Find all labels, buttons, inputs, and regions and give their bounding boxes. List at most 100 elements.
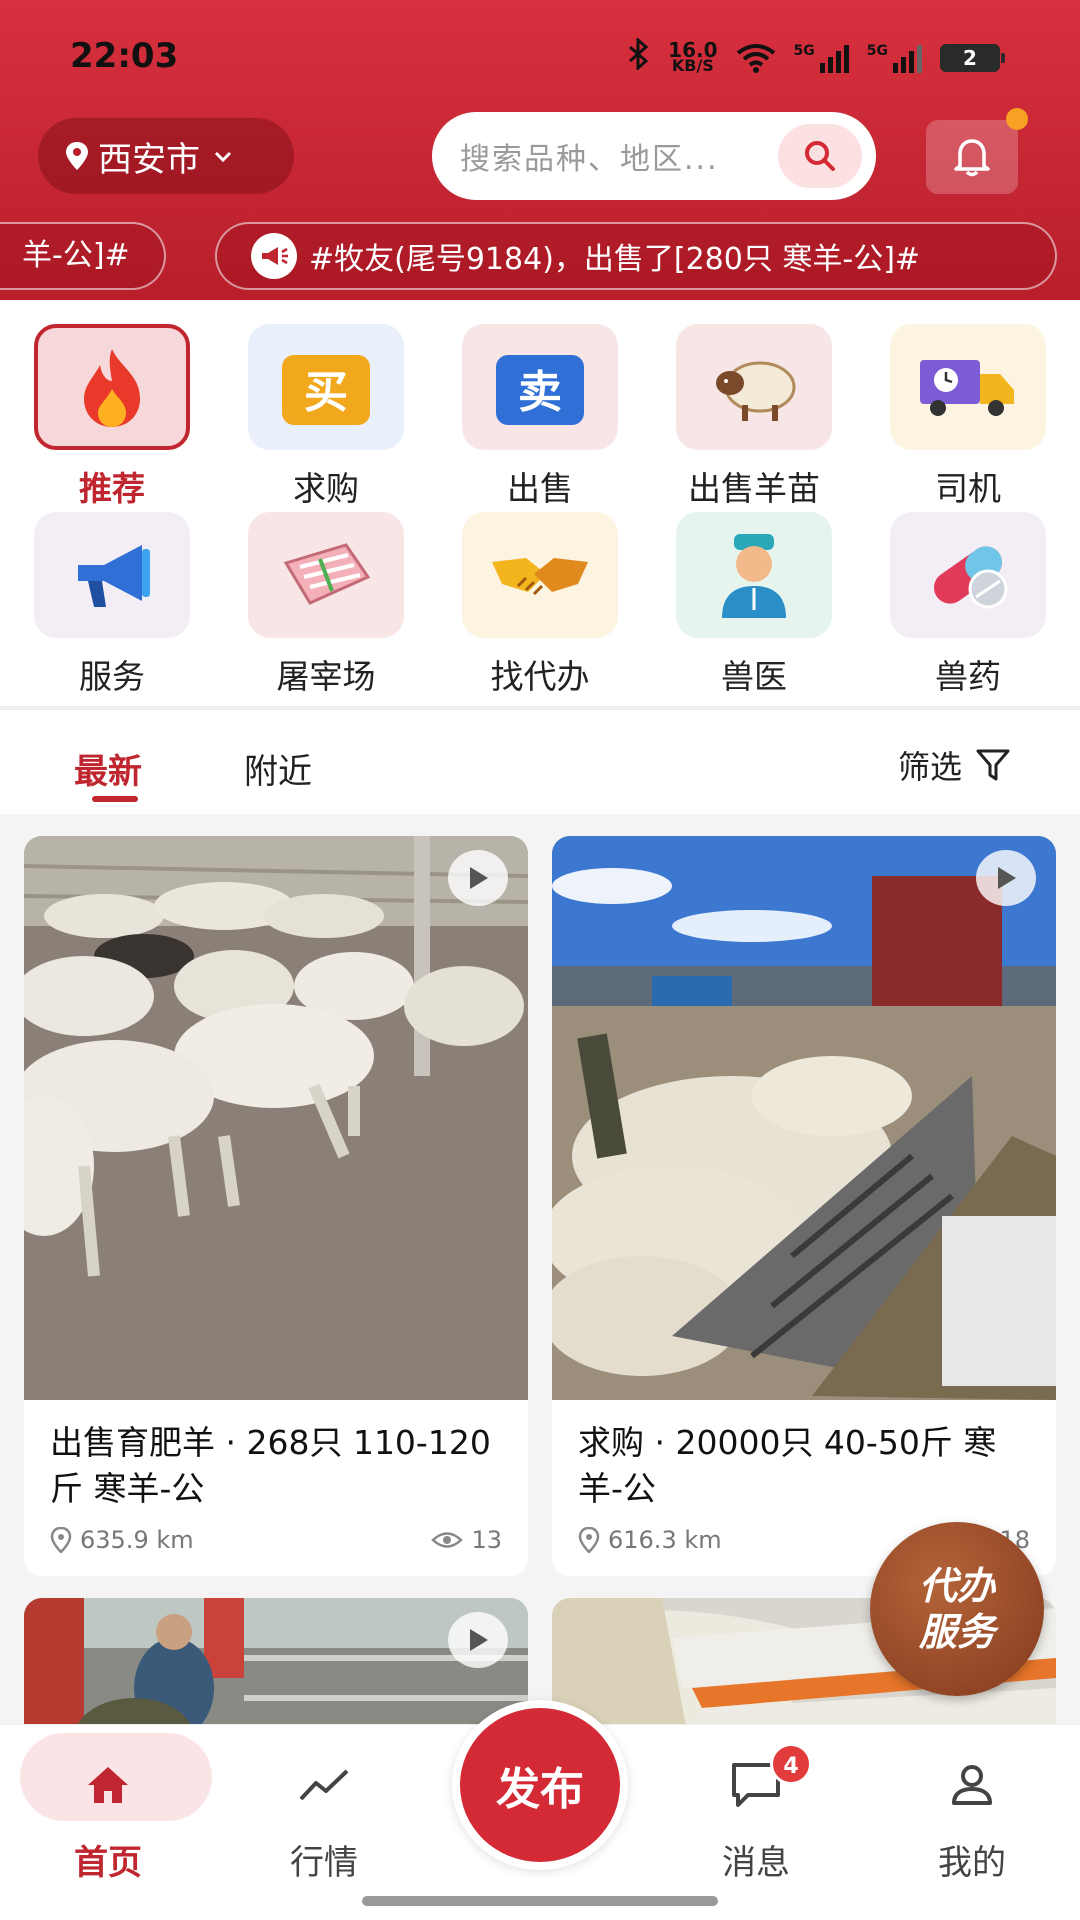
- ticker-previous[interactable]: 羊-公]#: [0, 222, 166, 290]
- category-grid: 推荐 买 求购 卖 出售 出售羊苗 司机 服务 屠宰场 找代办 兽医 兽药: [0, 300, 1080, 706]
- fab-line-1: 代办: [918, 1564, 995, 1608]
- ticker-previous-text: 羊-公]#: [22, 238, 130, 273]
- bluetooth-icon: [628, 36, 650, 78]
- play-icon: [470, 867, 488, 889]
- category-label: 屠宰场: [276, 657, 376, 696]
- category-service[interactable]: 服务: [32, 512, 192, 698]
- agent-service-fab[interactable]: 代办 服务: [870, 1522, 1044, 1696]
- category-buy[interactable]: 买 求购: [246, 324, 406, 510]
- filter-label: 筛选: [897, 748, 962, 786]
- category-label: 兽医: [721, 657, 787, 696]
- nav-mine-label: 我的: [938, 1843, 1006, 1883]
- video-play-button[interactable]: [976, 850, 1036, 906]
- net-speed-unit: KB/S: [671, 56, 714, 75]
- message-icon: [656, 1755, 856, 1815]
- publish-button[interactable]: 发布: [452, 1700, 628, 1870]
- location-pin-icon: [578, 1527, 600, 1553]
- category-label: 出售: [507, 469, 573, 508]
- nav-home[interactable]: 首页: [8, 1725, 212, 1920]
- listing-card[interactable]: 出售育肥羊 · 268只 110-120斤 寒羊-公 635.9 km 13: [24, 836, 528, 1576]
- listing-distance: 616.3 km: [608, 1526, 722, 1554]
- handshake-icon: [462, 512, 618, 638]
- home-indicator: [362, 1896, 718, 1906]
- category-label: 出售羊苗: [688, 469, 820, 508]
- status-bar: 22:03 16.0 KB/S 5G 5G 2: [0, 0, 1080, 110]
- trend-icon: [224, 1755, 424, 1815]
- category-label: 求购: [293, 469, 359, 508]
- nav-market-label: 行情: [290, 1843, 358, 1883]
- home-icon: [8, 1755, 208, 1815]
- buy-icon: 买: [248, 324, 404, 450]
- category-label: 找代办: [490, 657, 590, 696]
- search-button[interactable]: [778, 124, 862, 188]
- sheep-loading-photo: [552, 836, 1056, 1400]
- listing-meta: 635.9 km 13: [24, 1518, 528, 1554]
- category-sell-lambs[interactable]: 出售羊苗: [674, 324, 834, 510]
- category-medicine[interactable]: 兽药: [888, 512, 1048, 698]
- bell-icon: [954, 139, 990, 177]
- signal-icon-2: 5G: [867, 43, 922, 73]
- city-label: 西安市: [98, 139, 200, 180]
- buy-glyph: 买: [304, 367, 348, 418]
- nav-home-label: 首页: [74, 1843, 142, 1883]
- signal-icon-1: 5G: [794, 43, 849, 73]
- tab-latest[interactable]: 最新: [74, 744, 142, 793]
- listing-title: 出售育肥羊 · 268只 110-120斤 寒羊-公: [50, 1423, 491, 1508]
- nav-messages[interactable]: 4 消息: [656, 1725, 856, 1920]
- nav-market[interactable]: 行情: [224, 1725, 424, 1920]
- play-icon: [998, 867, 1016, 889]
- eye-icon: [431, 1532, 464, 1548]
- nav-messages-label: 消息: [722, 1843, 790, 1883]
- tab-active-indicator: [92, 796, 138, 802]
- category-driver[interactable]: 司机: [888, 324, 1048, 510]
- pill-icon: [890, 512, 1046, 638]
- nav-mine[interactable]: 我的: [872, 1725, 1072, 1920]
- megaphone-icon: [34, 512, 190, 638]
- status-icons: 16.0 KB/S 5G 5G 2: [628, 36, 1005, 78]
- meat-icon: [248, 512, 404, 638]
- listing-card[interactable]: 求购 · 20000只 40-50斤 寒羊-公 616.3 km 18: [552, 836, 1056, 1576]
- chevron-down-icon: [214, 151, 232, 163]
- category-label: 兽药: [935, 657, 1001, 696]
- user-icon: [872, 1755, 1072, 1815]
- video-play-button[interactable]: [448, 1612, 508, 1668]
- search-icon: [805, 141, 835, 171]
- category-label: 服务: [79, 657, 145, 696]
- message-badge: 4: [770, 1743, 812, 1785]
- city-selector[interactable]: 西安市: [38, 118, 294, 194]
- sheep-icon: [676, 324, 832, 450]
- signal-label-2: 5G: [866, 43, 888, 59]
- listing-views: 13: [471, 1526, 502, 1554]
- fab-line-2: 服务: [918, 1610, 995, 1654]
- status-time: 22:03: [70, 36, 179, 76]
- category-vet[interactable]: 兽医: [674, 512, 834, 698]
- fire-icon: [34, 324, 190, 450]
- listing-photo: [552, 836, 1056, 1400]
- sheep-pen-photo: [24, 836, 528, 1400]
- search-input[interactable]: 搜索品种、地区...: [460, 134, 778, 178]
- category-agent[interactable]: 找代办: [460, 512, 620, 698]
- category-label: 司机: [935, 469, 1001, 508]
- ticker-current[interactable]: #牧友(尾号9184)，出售了[280只 寒羊-公]#: [215, 222, 1057, 290]
- video-play-button[interactable]: [448, 850, 508, 906]
- search-bar[interactable]: 搜索品种、地区...: [432, 112, 876, 200]
- horn-icon: [251, 233, 297, 279]
- listing-photo: [24, 836, 528, 1400]
- category-slaughterhouse[interactable]: 屠宰场: [246, 512, 406, 698]
- location-pin-icon: [50, 1527, 72, 1553]
- ticker-text: #牧友(尾号9184)，出售了[280只 寒羊-公]#: [309, 242, 921, 277]
- net-speed: 16.0 KB/S: [668, 40, 717, 75]
- listing-title: 求购 · 20000只 40-50斤 寒羊-公: [578, 1423, 997, 1508]
- filter-button[interactable]: 筛选: [898, 742, 1010, 788]
- category-sell[interactable]: 卖 出售: [460, 324, 620, 510]
- tab-nearby[interactable]: 附近: [244, 744, 312, 793]
- vet-icon: [676, 512, 832, 638]
- listing-distance: 635.9 km: [80, 1526, 194, 1554]
- filter-icon: [976, 749, 1010, 781]
- truck-icon: [890, 324, 1046, 450]
- sell-icon: 卖: [462, 324, 618, 450]
- notification-button[interactable]: [926, 108, 1028, 194]
- notification-dot: [1006, 108, 1028, 130]
- play-icon: [470, 1629, 488, 1651]
- category-recommend[interactable]: 推荐: [32, 324, 192, 510]
